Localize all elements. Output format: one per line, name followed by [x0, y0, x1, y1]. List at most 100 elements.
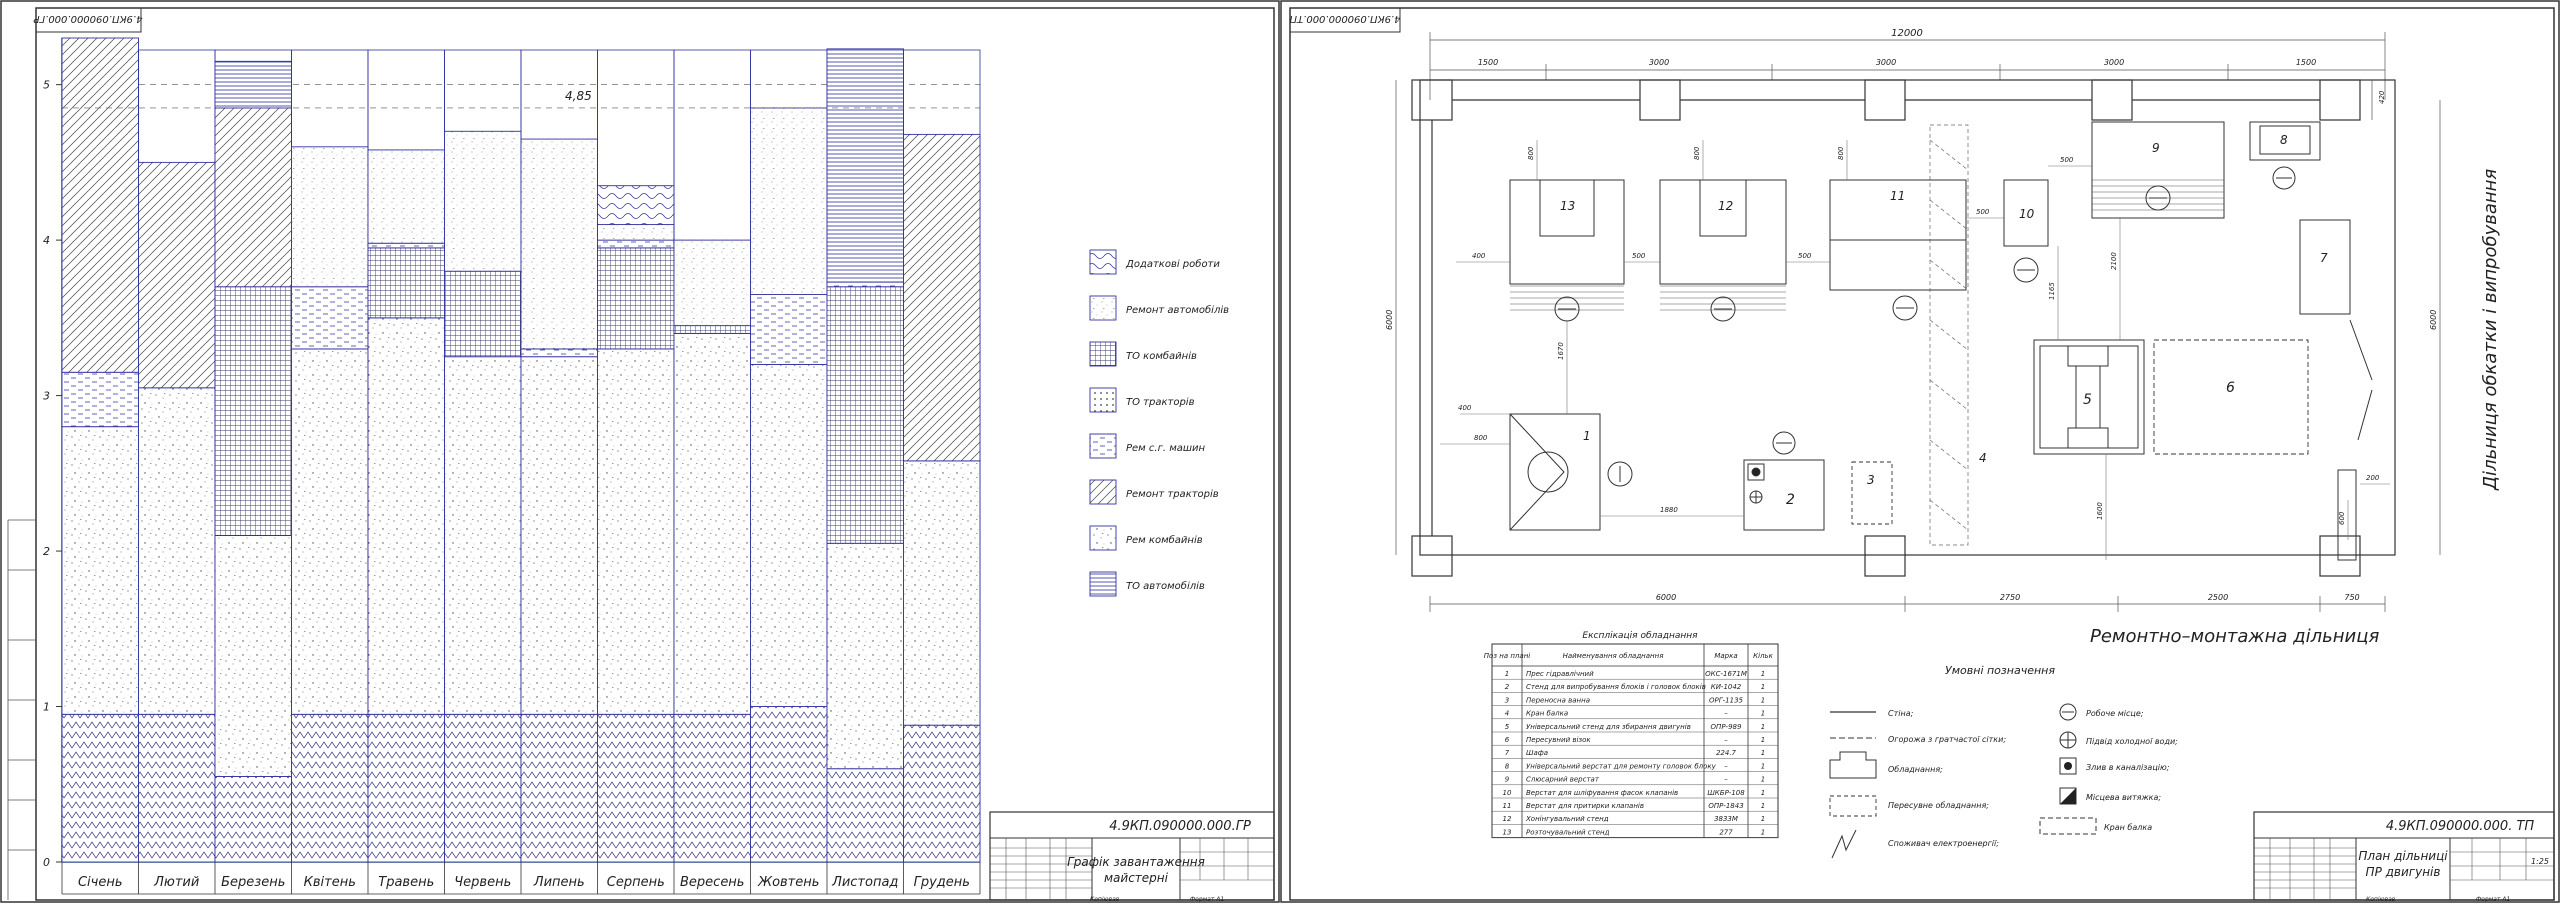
- bar-segment-zigzag: [597, 713, 675, 863]
- bar-segment-zigzag: [750, 706, 828, 863]
- inner-dimension-lines: [1440, 140, 2390, 560]
- bar-segment-zigzag: [214, 776, 292, 863]
- chart-legend: Додаткові роботи Ремонт автомобілів ТО ком…: [1089, 249, 1229, 597]
- legend-swatch: [1089, 433, 1117, 459]
- inner-dim-9: 2100: [2110, 252, 2118, 270]
- bar-segment-speck: [291, 348, 369, 715]
- bar-segment-fine: [750, 107, 828, 295]
- bar-segment-fine: [673, 239, 751, 327]
- bottom-dim-0: 6000: [1656, 593, 1676, 602]
- bar-segment-dash: [520, 348, 598, 358]
- station-number-11: 11: [1890, 189, 1905, 203]
- station-number-1: 1: [1583, 429, 1591, 443]
- station-3: [1851, 461, 1893, 525]
- x-tick-label: Лютий: [153, 875, 199, 890]
- inner-dim-0: 800: [1527, 146, 1535, 160]
- bar-segment-wave: [597, 185, 675, 226]
- x-tick-label: Грудень: [914, 875, 970, 890]
- table-cell: 13: [1503, 828, 1512, 836]
- table-cell: Верстат для притирки клапанів: [1526, 802, 1644, 810]
- table-cell: 1: [1761, 710, 1765, 718]
- table-cell: Прес гідравлічний: [1526, 670, 1594, 678]
- legend-swatch: [1089, 295, 1117, 321]
- legend-swatch: [1089, 387, 1117, 413]
- legend-label: ТО тракторів: [1126, 396, 1195, 408]
- bar-segment-hatch: [214, 107, 292, 288]
- table-cell: Переносна ванна: [1526, 696, 1590, 704]
- table-cell: ОПР-989: [1711, 723, 1742, 731]
- right-title-code: 4.9КП.090000.000. ТП: [2386, 819, 2535, 834]
- bar-segment-fine: [367, 149, 445, 244]
- table-cell: 11: [1503, 802, 1512, 810]
- station-number-2: 2: [1786, 492, 1795, 508]
- bar-segment-speck: [903, 460, 981, 726]
- bar-segment-speck: [750, 364, 828, 707]
- bar-segment-zigzag: [291, 713, 369, 863]
- side-dim-0: 6000: [1385, 310, 1394, 330]
- table-cell: 277: [1719, 828, 1733, 836]
- table-cell: Верстат для шліфування фасок клапанів: [1526, 789, 1678, 797]
- bar-segment-fine: [520, 138, 598, 350]
- table-cell: –: [1724, 710, 1728, 718]
- symbol-label: Робоче місце;: [2086, 709, 2144, 718]
- left-title-name-1: Графік завантаження: [1067, 855, 1205, 869]
- bar-segment-grid: [214, 286, 292, 536]
- bottom-dim-3: 750: [2344, 593, 2359, 602]
- table-cell: 1: [1761, 828, 1765, 836]
- table-cell: 7: [1505, 749, 1510, 757]
- station-number-12: 12: [1718, 199, 1733, 213]
- inner-dim-11: 400: [1458, 404, 1472, 412]
- overall-dimension: [1429, 32, 2386, 100]
- x-tick-label: Березень: [221, 875, 285, 890]
- x-tick-label: Жовтень: [757, 875, 819, 890]
- bar-segment-zigzag: [444, 713, 522, 863]
- y-tick-label: 1: [43, 701, 50, 714]
- top-dimension-line: [1430, 64, 2385, 80]
- table-cell: ОКС-1671М: [1705, 670, 1747, 678]
- table-cell: 1: [1761, 683, 1765, 691]
- station-number-8: 8: [2280, 133, 2288, 147]
- station-7: [2299, 219, 2351, 315]
- x-tick-label: Серпень: [607, 875, 665, 890]
- symbol-label: Огорожа з гратчастої сітки;: [1888, 735, 2006, 744]
- table-cell: Слюсарний верстат: [1526, 776, 1600, 784]
- bar-segment-speck: [367, 317, 445, 715]
- top-dim-0: 1500: [1478, 58, 1498, 67]
- legend-swatch: [1089, 479, 1117, 505]
- station-number-9: 9: [2152, 141, 2160, 155]
- legend-swatch: [1089, 341, 1117, 367]
- inner-dim-13: 1880: [1660, 506, 1678, 514]
- left-sheet: 4.9КП.090000.000.ГР 0 1 2 3 4 5 Січень Лютий Бер…: [0, 0, 1280, 903]
- bar-segment-hatch: [903, 133, 981, 462]
- table-cell: 2: [1505, 683, 1510, 691]
- table-cell: 1: [1761, 670, 1765, 678]
- bar-segment-hlines: [826, 48, 904, 283]
- table-header: Найменування обладнання: [1563, 652, 1664, 660]
- inner-dim-2: 800: [1837, 146, 1845, 160]
- legend-label: Ремонт тракторів: [1126, 488, 1219, 500]
- legend-label: Ремонт автомобілів: [1126, 304, 1229, 316]
- table-cell: ШКБР-108: [1707, 789, 1745, 797]
- top-dim-1: 3000: [1649, 58, 1669, 67]
- inner-dim-7: 500: [2060, 156, 2074, 164]
- left-title-block: 4.9КП.090000.000.ГР Графік завантаження …: [989, 811, 1275, 901]
- legend-label: Рем с.г. машин: [1126, 443, 1206, 454]
- y-tick-label: 5: [43, 79, 50, 92]
- table-cell: –: [1724, 736, 1728, 744]
- symbol-label: Підвід холодної води;: [2086, 737, 2178, 746]
- left-title-name-2: майстерні: [1104, 871, 1169, 885]
- legend-label: ТО автомобілів: [1126, 580, 1205, 592]
- top-dim-2: 3000: [1876, 58, 1896, 67]
- table-cell: Хонінгувальний стенд: [1525, 815, 1609, 823]
- bottom-dimension-line: [1429, 596, 2386, 612]
- table-header: Поз на плані: [1484, 652, 1531, 660]
- x-tick-label: Січень: [78, 875, 123, 890]
- bar-segment-speck: [61, 426, 139, 715]
- y-tick-label: 2: [43, 545, 50, 558]
- table-cell: 4: [1505, 710, 1509, 718]
- bar-segment-fine: [291, 146, 369, 288]
- station-2: [1743, 431, 1825, 531]
- legend-label: Додаткові роботи: [1125, 258, 1220, 270]
- station-number-3: 3: [1867, 473, 1875, 487]
- right-title-block: 4.9КП.090000.000. ТП План дільниці ПР дв…: [2253, 811, 2555, 901]
